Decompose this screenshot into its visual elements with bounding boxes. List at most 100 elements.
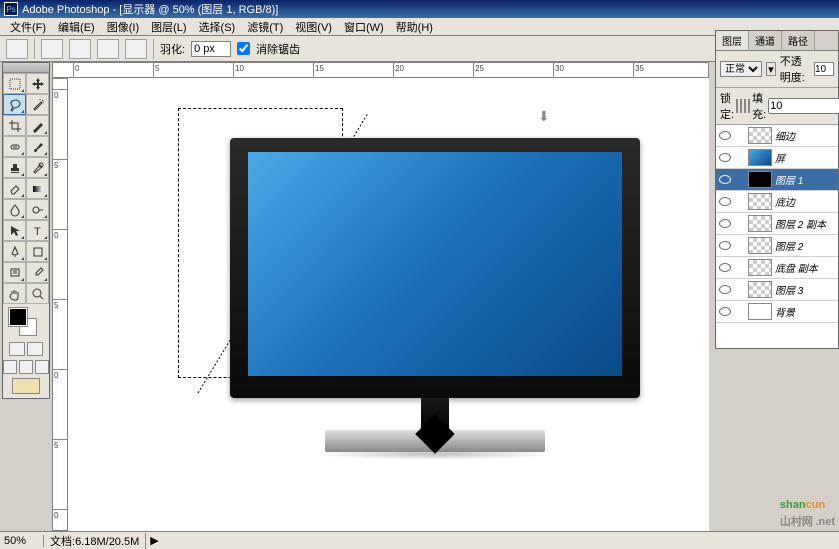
type-tool[interactable]: T: [26, 220, 49, 241]
layer-row[interactable]: 图层 2 副本: [716, 213, 838, 235]
lock-position-icon[interactable]: [744, 99, 746, 113]
menu-image[interactable]: 图像(I): [101, 19, 145, 35]
blur-tool[interactable]: [3, 199, 26, 220]
layer-thumbnail[interactable]: [748, 193, 772, 210]
toolbox: T: [2, 62, 50, 399]
status-menu-icon[interactable]: ▶: [146, 534, 162, 547]
dodge-tool[interactable]: [26, 199, 49, 220]
current-tool-preset[interactable]: [6, 39, 28, 59]
menu-view[interactable]: 视图(V): [289, 19, 338, 35]
menu-help[interactable]: 帮助(H): [390, 19, 439, 35]
layer-name: 细边: [775, 128, 795, 143]
visibility-icon[interactable]: [718, 305, 732, 319]
move-tool[interactable]: [26, 73, 49, 94]
visibility-icon[interactable]: [718, 239, 732, 253]
layer-thumbnail[interactable]: [748, 127, 772, 144]
shape-tool[interactable]: [26, 241, 49, 262]
layer-thumbnail[interactable]: [748, 149, 772, 166]
screen-standard-icon[interactable]: [3, 360, 17, 374]
feather-input[interactable]: [191, 41, 231, 57]
eraser-tool[interactable]: [3, 178, 26, 199]
jump-to-imageready-icon[interactable]: [12, 378, 40, 394]
layer-name: 底盘 副本: [775, 260, 818, 275]
doc-size[interactable]: 文档:6.18M/20.5M: [44, 533, 146, 549]
healing-tool[interactable]: [3, 136, 26, 157]
layer-thumbnail[interactable]: [748, 303, 772, 320]
layer-thumbnail[interactable]: [748, 259, 772, 276]
lock-all-icon[interactable]: [748, 99, 750, 113]
pen-tool[interactable]: [3, 241, 26, 262]
layer-row[interactable]: 底盘 副本: [716, 257, 838, 279]
tab-layers[interactable]: 图层: [716, 31, 749, 50]
feather-label: 羽化:: [160, 41, 185, 57]
visibility-icon[interactable]: [718, 129, 732, 143]
lock-transparency-icon[interactable]: [736, 99, 738, 113]
screen-full-menubar-icon[interactable]: [19, 360, 33, 374]
marquee-tool[interactable]: [3, 73, 26, 94]
layer-row[interactable]: 图层 3: [716, 279, 838, 301]
menu-edit[interactable]: 编辑(E): [52, 19, 101, 35]
selection-add-icon[interactable]: [69, 39, 91, 59]
visibility-icon[interactable]: [718, 195, 732, 209]
visibility-icon[interactable]: [718, 283, 732, 297]
layer-name: 屏: [775, 150, 785, 165]
stamp-tool[interactable]: [3, 157, 26, 178]
menu-select[interactable]: 选择(S): [193, 19, 242, 35]
menu-window[interactable]: 窗口(W): [338, 19, 390, 35]
foreground-color[interactable]: [9, 308, 27, 326]
visibility-icon[interactable]: [718, 151, 732, 165]
canvas-area[interactable]: ⬇: [68, 78, 709, 531]
layer-thumbnail[interactable]: [748, 237, 772, 254]
layer-row[interactable]: 图层 2: [716, 235, 838, 257]
antialias-checkbox[interactable]: [237, 42, 250, 55]
fill-input[interactable]: [768, 98, 839, 114]
zoom-tool[interactable]: [26, 283, 49, 304]
layer-name: 图层 2: [775, 238, 803, 253]
title-bar: Ps Adobe Photoshop - [显示器 @ 50% (图层 1, R…: [0, 0, 839, 18]
slice-tool[interactable]: [26, 115, 49, 136]
layer-row[interactable]: 图层 1: [716, 169, 838, 191]
brush-tool[interactable]: [26, 136, 49, 157]
window-title: Adobe Photoshop - [显示器 @ 50% (图层 1, RGB/…: [22, 1, 278, 17]
chevron-down-icon[interactable]: ▾: [766, 62, 776, 76]
lasso-tool[interactable]: [3, 94, 26, 115]
layer-name: 底边: [775, 194, 795, 209]
blend-mode-select[interactable]: 正常: [720, 61, 762, 77]
layer-name: 图层 1: [775, 172, 803, 187]
screen-full-icon[interactable]: [35, 360, 49, 374]
visibility-icon[interactable]: [718, 173, 732, 187]
standard-mode-icon[interactable]: [9, 342, 25, 356]
gradient-tool[interactable]: [26, 178, 49, 199]
tab-paths[interactable]: 路径: [782, 31, 815, 50]
visibility-icon[interactable]: [718, 217, 732, 231]
selection-subtract-icon[interactable]: [97, 39, 119, 59]
layer-thumbnail[interactable]: [748, 281, 772, 298]
layer-row[interactable]: 屏: [716, 147, 838, 169]
notes-tool[interactable]: [3, 262, 26, 283]
toolbox-handle[interactable]: [3, 63, 49, 73]
opacity-input[interactable]: [814, 62, 834, 76]
layer-thumbnail[interactable]: [748, 215, 772, 232]
menu-layer[interactable]: 图层(L): [145, 19, 192, 35]
fill-label: 填充:: [752, 90, 766, 122]
quickmask-mode-icon[interactable]: [27, 342, 43, 356]
visibility-icon[interactable]: [718, 261, 732, 275]
layer-row[interactable]: 底边: [716, 191, 838, 213]
selection-new-icon[interactable]: [41, 39, 63, 59]
layer-row[interactable]: 细边: [716, 125, 838, 147]
hand-tool[interactable]: [3, 283, 26, 304]
path-select-tool[interactable]: [3, 220, 26, 241]
crop-tool[interactable]: [3, 115, 26, 136]
menu-file[interactable]: 文件(F): [4, 19, 52, 35]
antialias-label: 消除锯齿: [256, 41, 300, 57]
menu-filter[interactable]: 滤镜(T): [241, 19, 289, 35]
tab-channels[interactable]: 通道: [749, 31, 782, 50]
eyedropper-tool[interactable]: [26, 262, 49, 283]
lock-image-icon[interactable]: [740, 99, 742, 113]
zoom-field[interactable]: 50%: [0, 535, 44, 547]
wand-tool[interactable]: [26, 94, 49, 115]
history-brush-tool[interactable]: [26, 157, 49, 178]
layer-row[interactable]: 背景: [716, 301, 838, 323]
layer-thumbnail[interactable]: [748, 171, 772, 188]
selection-intersect-icon[interactable]: [125, 39, 147, 59]
